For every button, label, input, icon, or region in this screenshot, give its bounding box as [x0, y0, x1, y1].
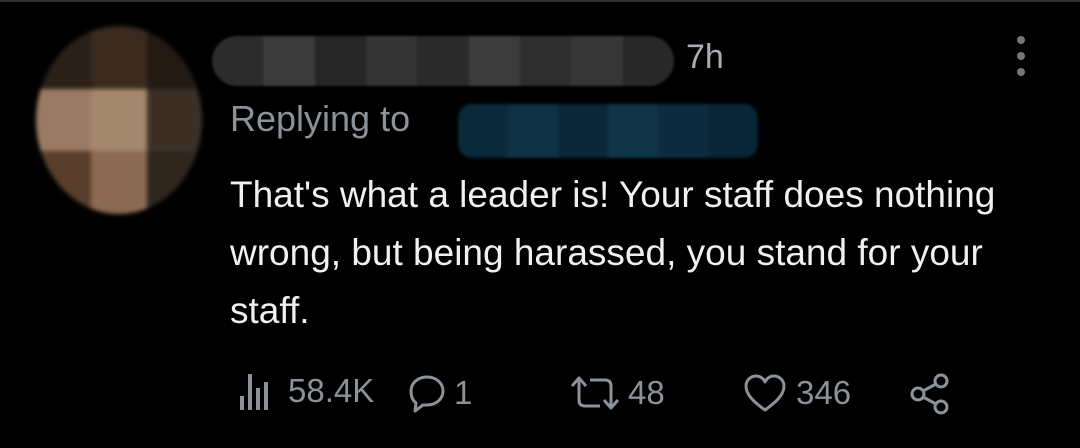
- like-count: 346: [796, 374, 852, 411]
- retweet-count: 48: [628, 374, 665, 411]
- tweet-text: That's what a leader is! Your staff does…: [230, 174, 996, 331]
- share-icon: [910, 373, 949, 415]
- retweet-icon: [570, 376, 620, 410]
- avatar[interactable]: [36, 26, 202, 214]
- tweet-timestamp[interactable]: 7h: [686, 38, 724, 77]
- reply-icon: [409, 375, 445, 413]
- reply-count: 1: [454, 374, 473, 411]
- more-options-icon[interactable]: [1010, 36, 1032, 76]
- views-button[interactable]: 58.4K: [236, 370, 374, 412]
- reply-button[interactable]: 1: [406, 372, 472, 414]
- tweet-actions-bar: 58.4K 1 48 346: [0, 368, 1080, 418]
- redacted-reply-handle[interactable]: [458, 104, 758, 158]
- retweet-button[interactable]: 48: [566, 372, 665, 414]
- like-button[interactable]: 346: [742, 372, 851, 414]
- share-button[interactable]: [908, 372, 952, 416]
- views-count: 58.4K: [288, 372, 375, 409]
- top-divider: [0, 0, 1080, 2]
- views-icon: [240, 374, 268, 410]
- like-icon: [744, 374, 786, 412]
- replying-to-label: Replying to: [230, 98, 411, 139]
- redacted-display-name: [212, 36, 674, 86]
